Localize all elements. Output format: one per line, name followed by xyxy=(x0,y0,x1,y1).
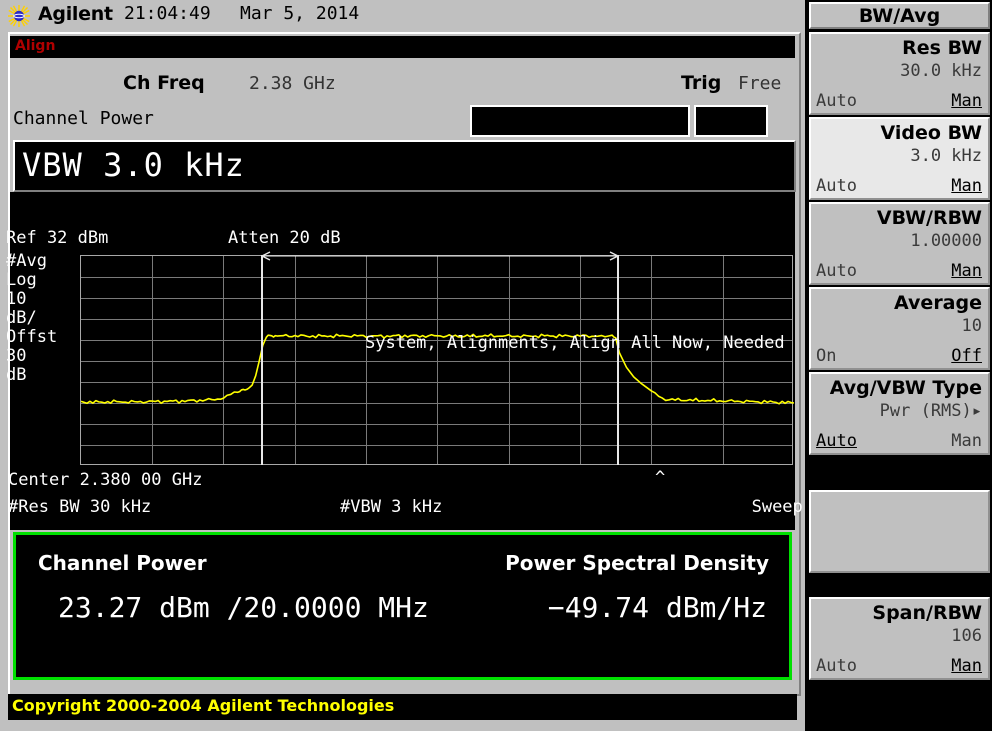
y-axis-line: dB/ xyxy=(6,308,37,328)
channel-marker-right xyxy=(617,255,619,465)
softkey-res-bw[interactable]: Res BW 30.0 kHz Auto Man xyxy=(809,32,990,115)
softkey-avg-vbw-type[interactable]: Avg/VBW Type Pwr (RMS)▸ Auto Man xyxy=(809,372,990,455)
y-axis-annotations: #Avg Log 10 dB/Offst 30 dB xyxy=(6,252,57,385)
center-freq-label: Center 2.380 00 GHz xyxy=(8,470,203,490)
ch-freq-label: Ch Freq xyxy=(123,72,205,94)
softkey-title: Video BW xyxy=(880,122,982,144)
softkey-title: Res BW xyxy=(902,37,982,59)
softkey-span-rbw[interactable]: Span/RBW 106 Auto Man xyxy=(809,597,990,680)
system-message: System, Alignments, Align All Now, Neede… xyxy=(365,333,785,353)
softkey-menu-title-label: BW/Avg xyxy=(858,4,941,27)
ref-level-label: Ref 32 dBm xyxy=(6,228,109,248)
softkey-option-right[interactable]: Man xyxy=(951,261,982,281)
softkey-value: 10 xyxy=(961,316,982,336)
softkey-average[interactable]: Average 10 On Off xyxy=(809,287,990,370)
vbw-banner-text: VBW 3.0 kHz xyxy=(22,146,245,184)
measurement-name-label: Channel Power xyxy=(13,108,154,129)
softkey-option-left[interactable]: On xyxy=(816,346,836,366)
clock-label: 21:04:49 xyxy=(124,3,211,24)
center-caret-marker: ^ xyxy=(655,468,666,488)
brand-label: Agilent xyxy=(38,3,113,25)
spectrum-trace xyxy=(81,333,794,405)
psd-title: Power Spectral Density xyxy=(505,551,769,575)
res-bw-readout: #Res BW 30 kHz xyxy=(8,497,152,517)
softkey-value: 1.00000 xyxy=(910,231,982,251)
vbw-readout: #VBW 3 kHz xyxy=(340,497,443,517)
atten-label: Atten 20 dB xyxy=(228,228,341,248)
softkey-option-left[interactable]: Auto xyxy=(816,656,857,676)
channel-power-title: Channel Power xyxy=(38,551,207,575)
y-axis-line: 10 xyxy=(6,289,27,309)
trig-label: Trig xyxy=(681,72,722,94)
softkey-option-left[interactable]: Auto xyxy=(816,176,857,196)
softkey-option-right[interactable]: Man xyxy=(951,176,982,196)
softkey-value: 3.0 kHz xyxy=(910,146,982,166)
status-indicator-box-1 xyxy=(470,105,690,137)
date-label: Mar 5, 2014 xyxy=(240,3,360,24)
softkey-option-left[interactable]: Auto xyxy=(816,431,857,451)
softkey-option-right[interactable]: Man xyxy=(951,91,982,111)
softkey-value: Pwr (RMS)▸ xyxy=(879,401,982,421)
spectrum-graticule xyxy=(80,255,794,465)
softkey-value: 106 xyxy=(951,626,982,646)
results-box: Channel Power Power Spectral Density 23.… xyxy=(13,532,792,680)
ch-freq-value: 2.38 GHz xyxy=(249,73,336,94)
title-bar: Agilent 21:04:49 Mar 5, 2014 xyxy=(0,0,805,32)
softkey-option-left[interactable]: Auto xyxy=(816,91,857,111)
softkey-empty[interactable] xyxy=(809,490,990,573)
y-axis-line: #Avg xyxy=(6,251,47,271)
spectrum-analyzer-screen: Agilent 21:04:49 Mar 5, 2014 Align Ch Fr… xyxy=(0,0,992,731)
y-axis-line: Offst xyxy=(6,327,58,347)
y-axis-line: dB xyxy=(6,365,27,385)
softkey-title: Average xyxy=(894,292,982,314)
softkey-vbw-rbw[interactable]: VBW/RBW 1.00000 Auto Man xyxy=(809,202,990,285)
softkey-menu-title: BW/Avg xyxy=(809,2,990,29)
softkey-title: VBW/RBW xyxy=(876,207,982,229)
softkey-value: 30.0 kHz xyxy=(900,61,982,81)
softkey-title: Span/RBW xyxy=(872,602,982,624)
softkey-option-left[interactable]: Auto xyxy=(816,261,857,281)
align-status-label: Align xyxy=(15,38,56,54)
y-axis-line: Log xyxy=(6,270,37,290)
softkey-option-right[interactable]: Man xyxy=(951,431,982,451)
y-axis-line: 30 xyxy=(6,346,27,366)
agilent-starburst-icon xyxy=(8,5,30,27)
softkey-option-right[interactable]: Off xyxy=(951,346,982,366)
copyright-label: Copyright 2000-2004 Agilent Technologies xyxy=(12,696,395,715)
channel-span-arrows xyxy=(261,251,619,261)
align-status-bar xyxy=(10,36,795,58)
channel-power-value: 23.27 dBm /20.0000 MHz xyxy=(58,591,429,624)
softkey-title: Avg/VBW Type xyxy=(829,377,982,399)
trig-value: Free xyxy=(738,73,782,94)
status-indicator-box-2 xyxy=(694,105,768,137)
softkey-video-bw[interactable]: Video BW 3.0 kHz Auto Man xyxy=(809,117,990,200)
psd-value: −49.74 dBm/Hz xyxy=(547,591,767,624)
softkey-option-right[interactable]: Man xyxy=(951,656,982,676)
channel-marker-left xyxy=(261,255,263,465)
